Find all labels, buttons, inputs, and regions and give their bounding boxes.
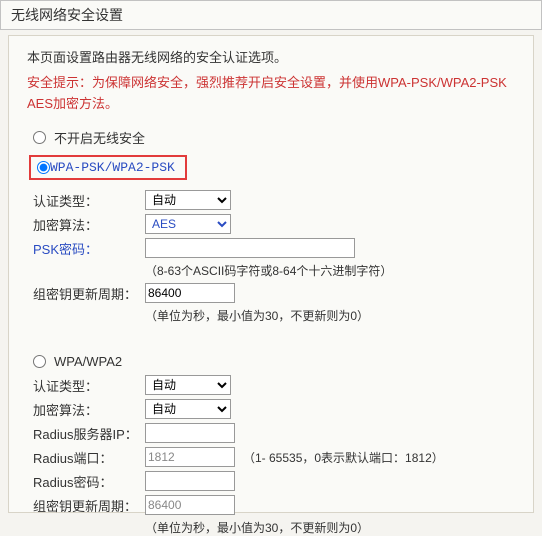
wpapsk-rekey-hint: （单位为秒，最小值为30，不更新则为0） [145, 307, 515, 324]
wpa-radiusip-input [145, 423, 235, 443]
wpapsk-psk-input[interactable] [145, 238, 355, 258]
wpa-rekey-label: 组密钥更新周期： [33, 496, 145, 515]
wpapsk-auth-label: 认证类型： [33, 191, 145, 210]
radio-wpapsk-label: WPA-PSK/WPA2-PSK [50, 160, 175, 175]
wpapsk-psk-hint: （8-63个ASCII码字符或8-64个十六进制字符） [145, 262, 515, 279]
page-title: 无线网络安全设置 [0, 0, 542, 30]
wpa-radiusport-hint: （1- 65535，0表示默认端口：1812） [243, 449, 444, 466]
wpapsk-rekey-input[interactable] [145, 283, 235, 303]
radio-none[interactable] [33, 131, 46, 144]
wpa-cipher-select[interactable]: 自动 [145, 399, 231, 419]
wpa-auth-row: 认证类型： 自动 [27, 375, 515, 395]
option-wpa-block: WPA/WPA2 认证类型： 自动 加密算法： 自动 Radius服务器IP： … [27, 354, 515, 536]
wpa-rekey-row: 组密钥更新周期： [27, 495, 515, 515]
wpa-cipher-label: 加密算法： [33, 400, 145, 419]
wpa-radiusip-row: Radius服务器IP： [27, 423, 515, 443]
settings-panel: 本页面设置路由器无线网络的安全认证选项。 安全提示：为保障网络安全，强烈推荐开启… [8, 35, 534, 513]
wpa-radiuspw-label: Radius密码： [33, 472, 145, 491]
highlight-box: WPA-PSK/WPA2-PSK [29, 155, 187, 180]
wpapsk-psk-label: PSK密码： [33, 239, 145, 258]
wpa-auth-label: 认证类型： [33, 376, 145, 395]
wpa-radiusport-label: Radius端口： [33, 448, 145, 467]
radio-row-none: 不开启无线安全 [27, 128, 515, 147]
security-warning: 安全提示：为保障网络安全，强烈推荐开启安全设置，并使用WPA-PSK/WPA2-… [27, 73, 515, 115]
radio-wpa[interactable] [33, 355, 46, 368]
intro-text: 本页面设置路由器无线网络的安全认证选项。 [27, 48, 515, 69]
wpapsk-rekey-row: 组密钥更新周期： [27, 283, 515, 303]
wpapsk-rekey-label: 组密钥更新周期： [33, 284, 145, 303]
option-wpapsk-block: WPA-PSK/WPA2-PSK 认证类型： 自动 加密算法： AES PSK密… [27, 155, 515, 324]
wpa-cipher-row: 加密算法： 自动 [27, 399, 515, 419]
wpa-radiusport-input [145, 447, 235, 467]
wpa-radiusport-row: Radius端口： （1- 65535，0表示默认端口：1812） [27, 447, 515, 467]
wpa-radiuspw-input [145, 471, 235, 491]
radio-none-label: 不开启无线安全 [54, 128, 145, 147]
option-none-block: 不开启无线安全 [27, 128, 515, 147]
wpa-auth-select[interactable]: 自动 [145, 375, 231, 395]
wpapsk-cipher-select[interactable]: AES [145, 214, 231, 234]
radio-wpa-label: WPA/WPA2 [54, 354, 122, 369]
wpapsk-auth-select[interactable]: 自动 [145, 190, 231, 210]
wpapsk-psk-row: PSK密码： [27, 238, 515, 258]
radio-wpapsk[interactable] [37, 161, 50, 174]
wpa-rekey-hint: （单位为秒，最小值为30，不更新则为0） [145, 519, 515, 536]
wpapsk-cipher-label: 加密算法： [33, 215, 145, 234]
wpa-radiusip-label: Radius服务器IP： [33, 424, 145, 443]
wpapsk-auth-row: 认证类型： 自动 [27, 190, 515, 210]
radio-row-wpa: WPA/WPA2 [27, 354, 515, 369]
wpa-rekey-input [145, 495, 235, 515]
wpa-radiuspw-row: Radius密码： [27, 471, 515, 491]
wpapsk-cipher-row: 加密算法： AES [27, 214, 515, 234]
